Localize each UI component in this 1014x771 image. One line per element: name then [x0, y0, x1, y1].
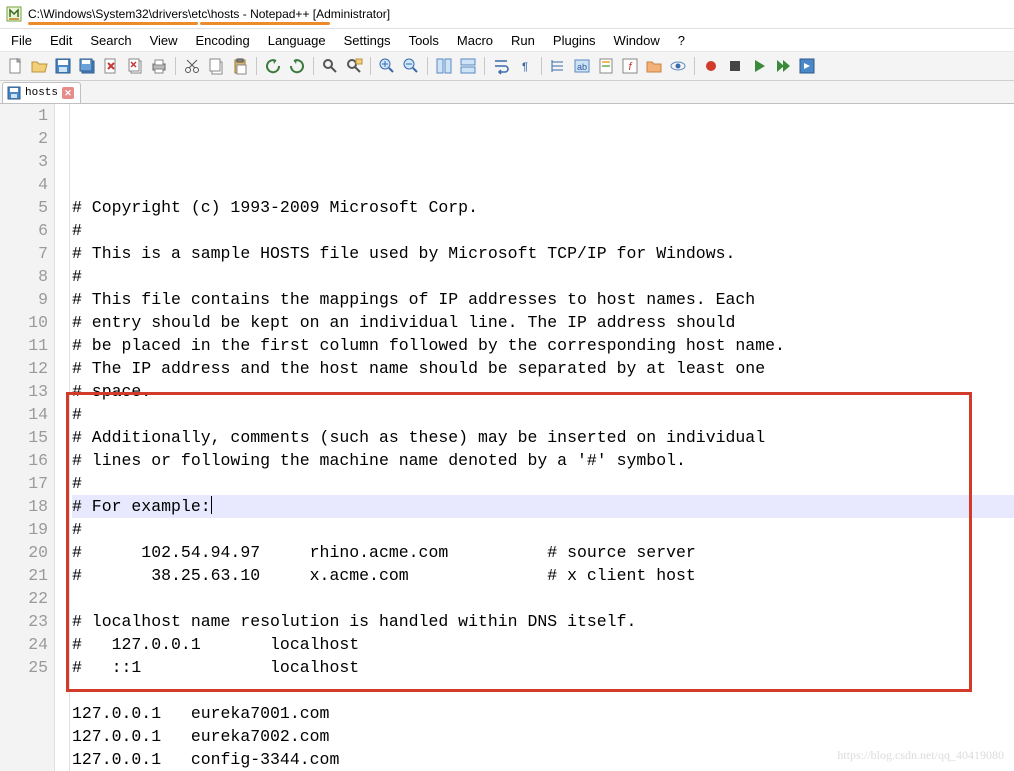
menu-macro[interactable]: Macro: [448, 31, 502, 50]
svg-text:¶: ¶: [522, 62, 529, 74]
toolbar-separator: [175, 57, 176, 75]
play-icon[interactable]: [748, 55, 770, 77]
cut-icon[interactable]: [181, 55, 203, 77]
zoom-in-icon[interactable]: [376, 55, 398, 77]
copy-icon[interactable]: [205, 55, 227, 77]
wordwrap-icon[interactable]: [490, 55, 512, 77]
file-saved-icon: [7, 86, 21, 100]
stop-icon[interactable]: [724, 55, 746, 77]
toolbar-separator: [427, 57, 428, 75]
code-line[interactable]: # The IP address and the host name shoul…: [72, 357, 1014, 380]
annotation-underline: [28, 22, 198, 25]
menu-settings[interactable]: Settings: [335, 31, 400, 50]
annotation-underline: [200, 22, 330, 25]
menu-file[interactable]: File: [2, 31, 41, 50]
toolbar-separator: [694, 57, 695, 75]
text-cursor: [211, 496, 212, 514]
code-line[interactable]: # This is a sample HOSTS file used by Mi…: [72, 242, 1014, 265]
line-number-gutter: 1234567891011121314151617181920212223242…: [0, 104, 55, 771]
close-icon[interactable]: [100, 55, 122, 77]
app-icon: [6, 6, 22, 22]
open-file-icon[interactable]: [28, 55, 50, 77]
show-all-icon[interactable]: ¶: [514, 55, 536, 77]
editor[interactable]: 1234567891011121314151617181920212223242…: [0, 104, 1014, 771]
code-line[interactable]: # 38.25.63.10 x.acme.com # x client host: [72, 564, 1014, 587]
toolbar-separator: [484, 57, 485, 75]
code-line[interactable]: # For example:: [72, 495, 1014, 518]
code-line[interactable]: [72, 587, 1014, 610]
redo-icon[interactable]: [286, 55, 308, 77]
code-line[interactable]: # Copyright (c) 1993-2009 Microsoft Corp…: [72, 196, 1014, 219]
menu-tools[interactable]: Tools: [400, 31, 448, 50]
toolbar-separator: [256, 57, 257, 75]
close-all-icon[interactable]: [124, 55, 146, 77]
code-line[interactable]: #: [72, 403, 1014, 426]
code-line[interactable]: # 102.54.94.97 rhino.acme.com # source s…: [72, 541, 1014, 564]
menu-run[interactable]: Run: [502, 31, 544, 50]
menu-plugins[interactable]: Plugins: [544, 31, 605, 50]
find-icon[interactable]: [319, 55, 341, 77]
monitor-icon[interactable]: [667, 55, 689, 77]
undo-icon[interactable]: [262, 55, 284, 77]
code-line[interactable]: # 127.0.0.1 localhost: [72, 633, 1014, 656]
save-macro-icon[interactable]: [796, 55, 818, 77]
tab-label: hosts: [25, 87, 58, 99]
print-icon[interactable]: [148, 55, 170, 77]
indent-guide-icon[interactable]: [547, 55, 569, 77]
tab-close-icon[interactable]: ✕: [62, 87, 74, 99]
code-line[interactable]: # entry should be kept on an individual …: [72, 311, 1014, 334]
code-line[interactable]: 127.0.0.1 eureka7001.com: [72, 702, 1014, 725]
menu-help[interactable]: ?: [669, 31, 694, 50]
new-file-icon[interactable]: [4, 55, 26, 77]
sync-v-icon[interactable]: [433, 55, 455, 77]
play-multi-icon[interactable]: [772, 55, 794, 77]
window-title: C:\Windows\System32\drivers\etc\hosts - …: [28, 7, 390, 21]
code-line[interactable]: [72, 679, 1014, 702]
menu-search[interactable]: Search: [81, 31, 140, 50]
save-icon[interactable]: [52, 55, 74, 77]
tab-hosts[interactable]: hosts ✕: [2, 82, 81, 103]
toolbar-separator: [370, 57, 371, 75]
record-icon[interactable]: [700, 55, 722, 77]
tab-bar: hosts ✕: [0, 81, 1014, 104]
code-line[interactable]: # This file contains the mappings of IP …: [72, 288, 1014, 311]
code-line[interactable]: # ::1 localhost: [72, 656, 1014, 679]
toolbar: ¶ ab f: [0, 52, 1014, 81]
lang-icon[interactable]: ab: [571, 55, 593, 77]
code-line[interactable]: # Additionally, comments (such as these)…: [72, 426, 1014, 449]
folder-icon[interactable]: [643, 55, 665, 77]
fold-column: [55, 104, 70, 771]
doc-map-icon[interactable]: [595, 55, 617, 77]
code-line[interactable]: # be placed in the first column followed…: [72, 334, 1014, 357]
code-area[interactable]: # Copyright (c) 1993-2009 Microsoft Corp…: [70, 104, 1014, 771]
toolbar-separator: [541, 57, 542, 75]
func-list-icon[interactable]: f: [619, 55, 641, 77]
code-line[interactable]: # lines or following the machine name de…: [72, 449, 1014, 472]
replace-icon[interactable]: [343, 55, 365, 77]
menu-edit[interactable]: Edit: [41, 31, 81, 50]
watermark: https://blog.csdn.net/qq_40419080: [837, 744, 1004, 767]
code-line[interactable]: # space.: [72, 380, 1014, 403]
code-line[interactable]: #: [72, 265, 1014, 288]
menu-encoding[interactable]: Encoding: [187, 31, 259, 50]
svg-text:ab: ab: [577, 62, 587, 72]
code-line[interactable]: #: [72, 472, 1014, 495]
menu-bar: FileEditSearchViewEncodingLanguageSettin…: [0, 29, 1014, 52]
menu-view[interactable]: View: [141, 31, 187, 50]
code-line[interactable]: #: [72, 518, 1014, 541]
sync-h-icon[interactable]: [457, 55, 479, 77]
zoom-out-icon[interactable]: [400, 55, 422, 77]
paste-icon[interactable]: [229, 55, 251, 77]
menu-language[interactable]: Language: [259, 31, 335, 50]
code-line[interactable]: # localhost name resolution is handled w…: [72, 610, 1014, 633]
toolbar-separator: [313, 57, 314, 75]
title-bar: C:\Windows\System32\drivers\etc\hosts - …: [0, 0, 1014, 29]
code-line[interactable]: #: [72, 219, 1014, 242]
menu-window[interactable]: Window: [605, 31, 669, 50]
save-all-icon[interactable]: [76, 55, 98, 77]
